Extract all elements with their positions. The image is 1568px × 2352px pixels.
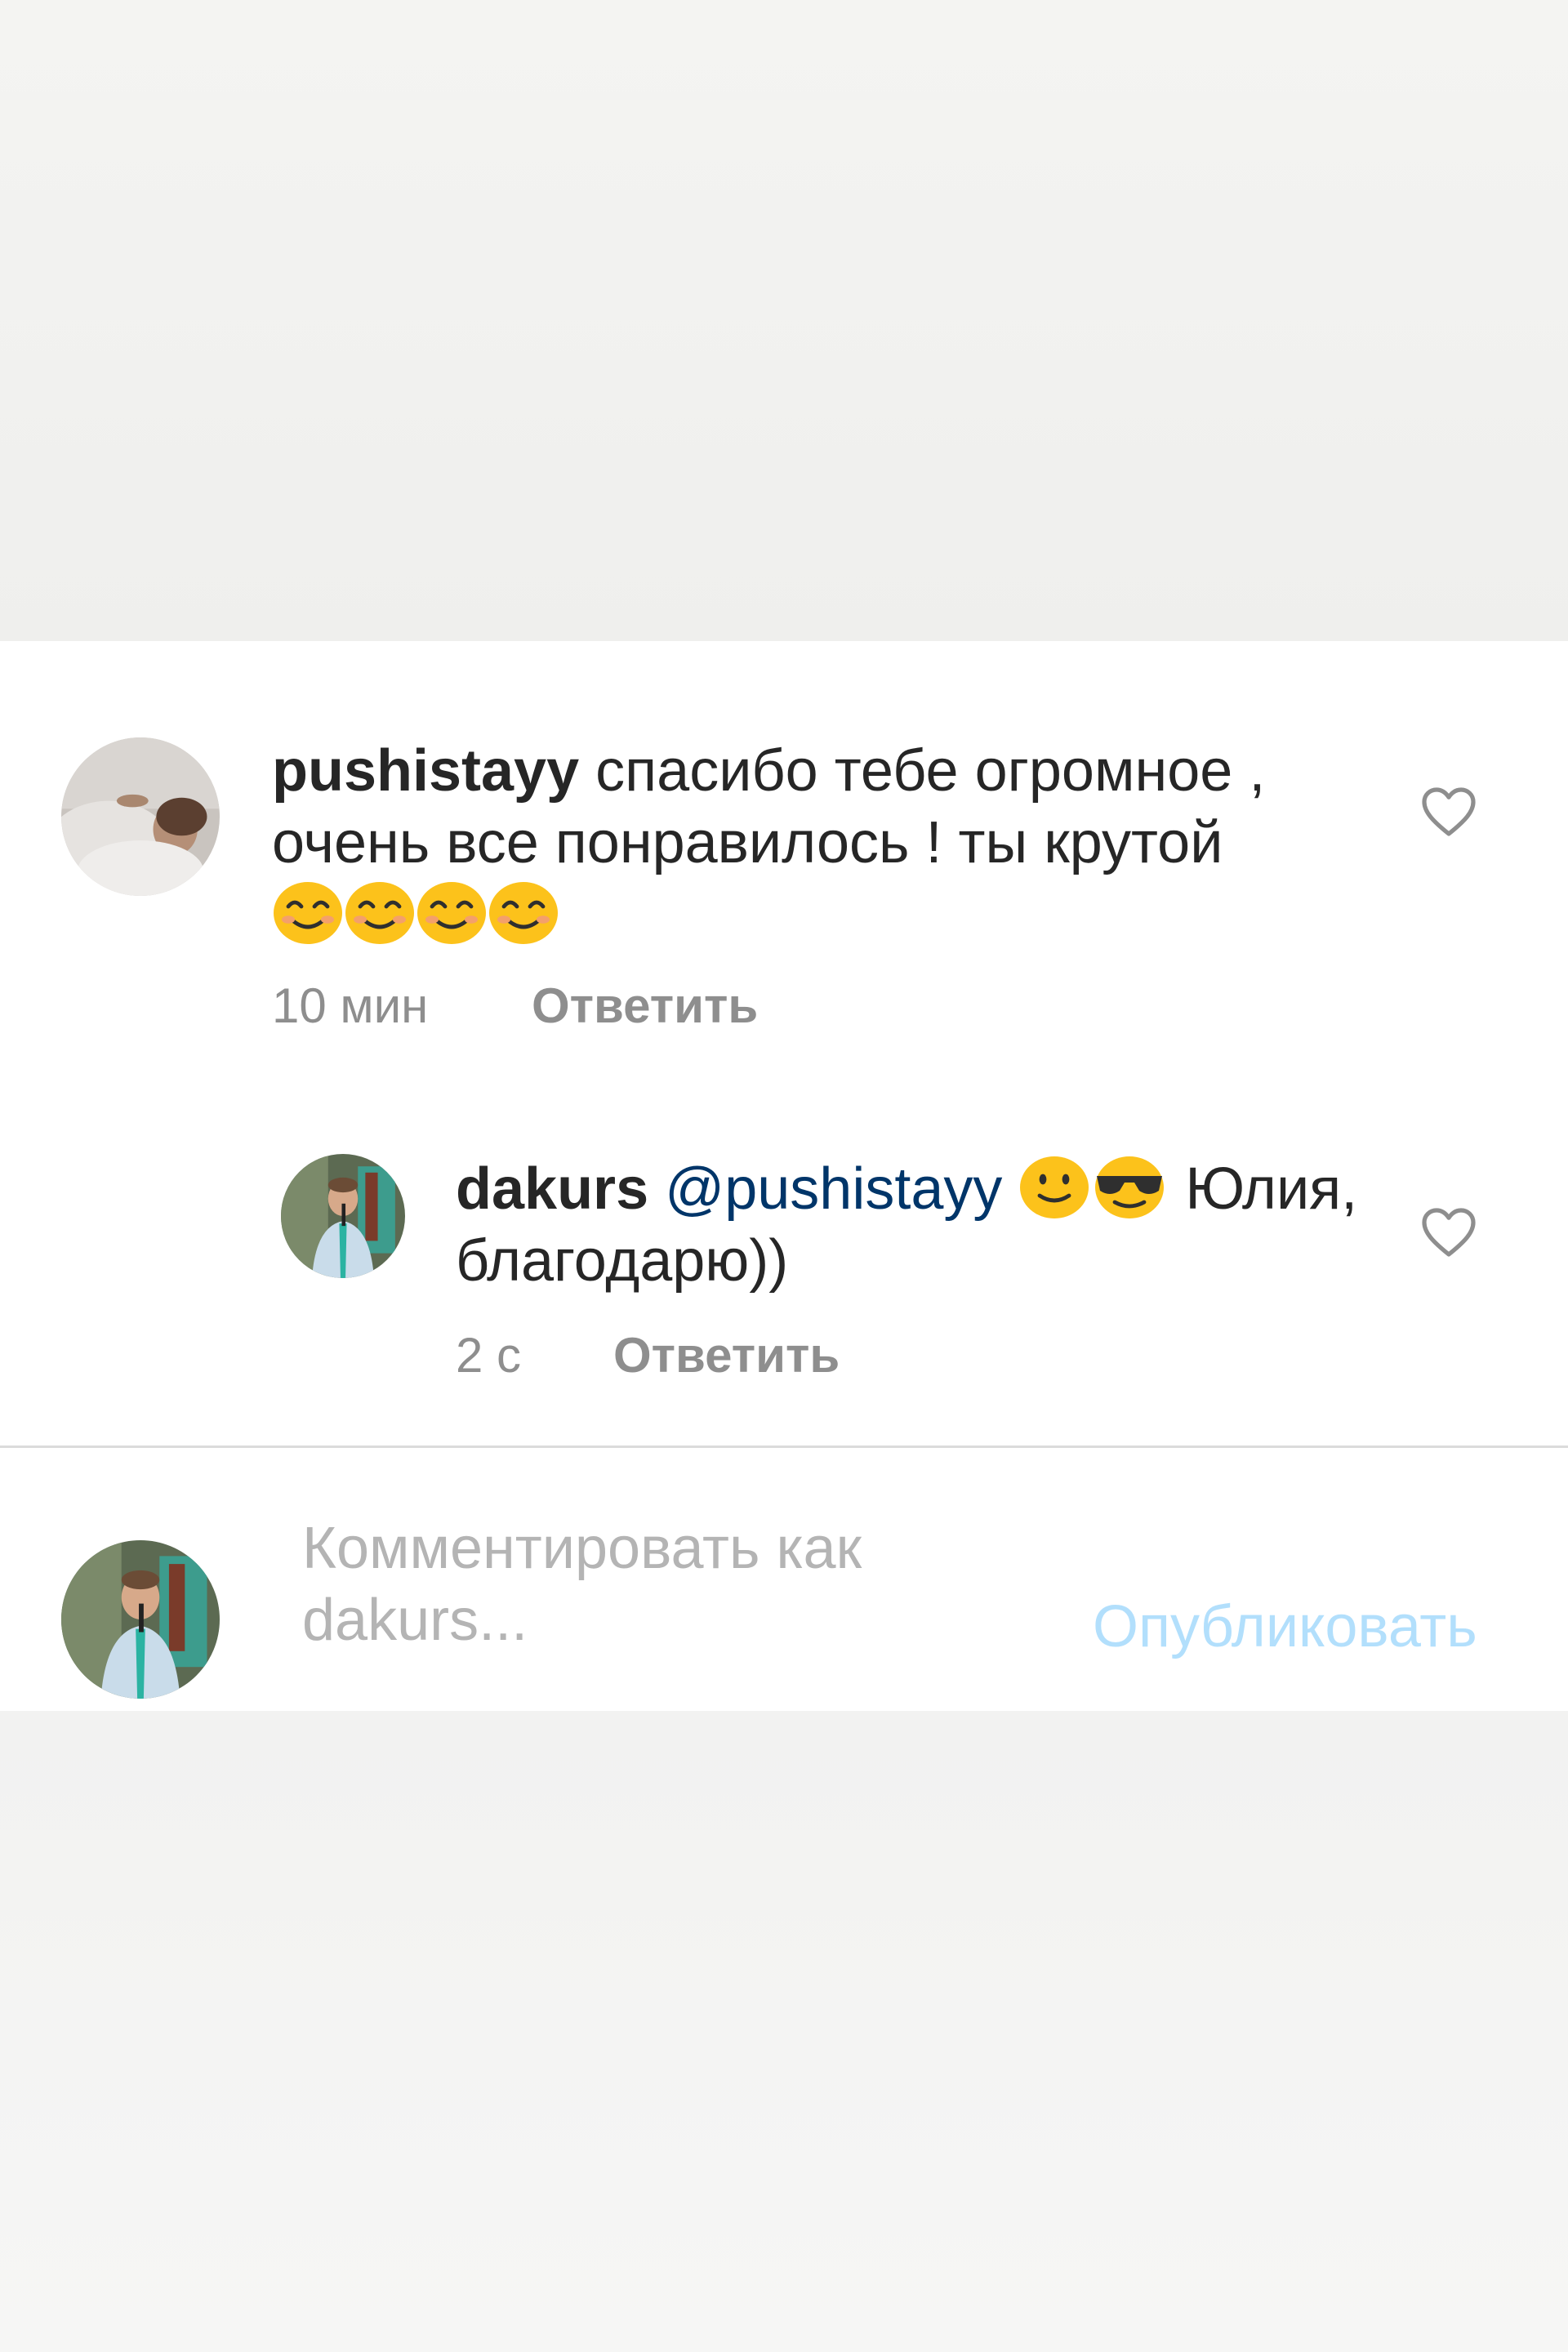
reply-mention-link[interactable]: @pushistayy — [665, 1156, 1002, 1222]
comment-time: 10 мин — [272, 978, 429, 1033]
background-top — [0, 0, 1568, 641]
comment-text-line2: очень все понравилось ! ты крутой — [272, 810, 1223, 875]
avatar-photo-pushistayy — [61, 737, 220, 896]
reply-button[interactable]: Ответить — [532, 973, 758, 1039]
smiling-eyes-emoji — [417, 882, 486, 944]
like-heart-icon[interactable] — [1421, 1207, 1477, 1258]
reply-username[interactable]: dakurs — [456, 1156, 648, 1222]
avatar-current-user — [61, 1540, 220, 1699]
reply-text-line2: благодарю)) — [456, 1228, 789, 1294]
avatar-dakurs-reply[interactable] — [281, 1154, 405, 1278]
sunglasses-emoji — [1095, 1156, 1165, 1218]
smiling-eyes-emoji — [345, 882, 414, 944]
comment-text-line1: спасибо тебе огромное , — [595, 738, 1266, 804]
publish-button[interactable]: Опубликовать — [1093, 1591, 1477, 1663]
comment-emojis — [272, 882, 559, 947]
comment-input-placeholder-line2: dakurs... — [302, 1588, 528, 1653]
comment-input-placeholder-line1: Комментировать как — [302, 1516, 862, 1581]
smiling-eyes-emoji — [274, 882, 342, 944]
reply-button[interactable]: Ответить — [613, 1323, 840, 1388]
avatar-pushistayy[interactable] — [61, 737, 220, 896]
avatar-photo-dakurs — [281, 1154, 405, 1278]
avatar-photo-dakurs — [61, 1540, 220, 1699]
reply-time: 2 с — [456, 1328, 522, 1383]
comment-input[interactable]: Комментировать как dakurs... — [302, 1512, 1037, 1656]
reply-body-dakurs: dakurs @pushistayy Юлия, благодарю)) — [456, 1153, 1395, 1297]
comment-body-pushistayy: pushistayy спасибо тебе огромное , очень… — [272, 735, 1334, 951]
like-heart-icon[interactable] — [1421, 786, 1477, 837]
background-bottom — [0, 1711, 1568, 2352]
divider — [0, 1446, 1568, 1448]
reply-emojis — [1018, 1156, 1169, 1222]
smiling-eyes-emoji — [489, 882, 558, 944]
reply-text-part1: Юлия, — [1185, 1156, 1358, 1222]
slightly-smiling-emoji — [1020, 1156, 1089, 1218]
comment-username[interactable]: pushistayy — [272, 738, 579, 804]
